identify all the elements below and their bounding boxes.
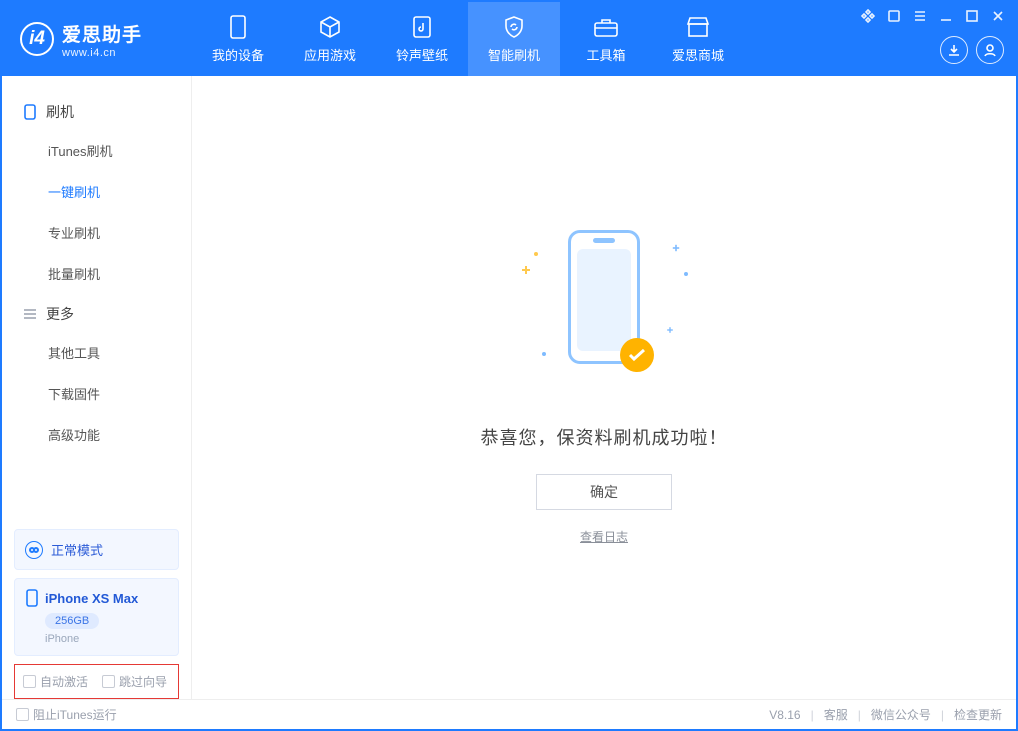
phone-icon [22,104,38,120]
nav-label: 我的设备 [212,45,264,64]
sidebar-section-flash: 刷机 [2,92,191,130]
sidebar-item-pro-flash[interactable]: 专业刷机 [2,212,191,253]
footer: 阻止iTunes运行 V8.16 | 客服 | 微信公众号 | 检查更新 [2,699,1016,729]
nav-label: 智能刷机 [488,45,540,64]
section-title: 刷机 [46,102,74,122]
nav-apps[interactable]: 应用游戏 [284,2,376,76]
ok-button[interactable]: 确定 [536,474,672,510]
nav-store[interactable]: 爱思商城 [652,2,744,76]
checkbox-skip-guide[interactable]: 跳过向导 [102,673,167,690]
download-icon[interactable] [940,36,968,64]
skin-icon[interactable] [886,8,902,24]
header-actions [940,36,1004,64]
music-file-icon [409,15,435,39]
mode-label: 正常模式 [51,540,103,559]
nav-label: 工具箱 [586,45,625,64]
checkbox-label: 阻止iTunes运行 [33,706,117,723]
nav-ringtones[interactable]: 铃声壁纸 [376,2,468,76]
logo-badge: i4 [20,22,54,56]
app-logo: i4 爱思助手 www.i4.cn [2,2,192,76]
device-icon [225,15,251,39]
checkbox-label: 跳过向导 [119,673,167,690]
footer-link-wechat[interactable]: 微信公众号 [871,706,931,723]
nav-flash[interactable]: 智能刷机 [468,2,560,76]
device-type: iPhone [45,633,168,645]
result-message: 恭喜您，保资料刷机成功啦！ [481,424,728,450]
maximize-icon[interactable] [964,8,980,24]
nav-label: 应用游戏 [304,45,356,64]
nav-label: 爱思商城 [672,45,724,64]
app-name: 爱思助手 [62,20,142,47]
toolbox-icon [593,15,619,39]
sidebar-item-advanced[interactable]: 高级功能 [2,414,191,455]
app-url: www.i4.cn [62,47,142,59]
minimize-icon[interactable] [938,8,954,24]
main-nav: 我的设备 应用游戏 铃声壁纸 智能刷机 工具箱 爱思商城 [192,2,744,76]
device-card[interactable]: iPhone XS Max 256GB iPhone [14,578,179,656]
options-row: 自动激活 跳过向导 [14,664,179,699]
store-icon [685,15,711,39]
sidebar-item-itunes-flash[interactable]: iTunes刷机 [2,130,191,171]
view-log-link[interactable]: 查看日志 [580,528,628,545]
sidebar-item-download-firmware[interactable]: 下载固件 [2,373,191,414]
theme-icon[interactable] [860,8,876,24]
device-capacity: 256GB [45,613,99,629]
device-phone-icon [25,589,39,607]
menu-icon[interactable] [912,8,928,24]
checkbox-block-itunes[interactable]: 阻止iTunes运行 [16,706,117,723]
checkbox-label: 自动激活 [40,673,88,690]
nav-toolbox[interactable]: 工具箱 [560,2,652,76]
list-icon [22,306,38,322]
footer-link-support[interactable]: 客服 [824,706,848,723]
cube-icon [317,15,343,39]
sidebar-item-other-tools[interactable]: 其他工具 [2,332,191,373]
device-name: iPhone XS Max [45,591,138,606]
section-title: 更多 [46,304,74,324]
checkbox-auto-activate[interactable]: 自动激活 [23,673,88,690]
shield-refresh-icon [501,15,527,39]
success-illustration [556,230,652,390]
sidebar: 刷机 iTunes刷机 一键刷机 专业刷机 批量刷机 更多 其他工具 下载固件 … [2,76,192,699]
nav-label: 铃声壁纸 [396,45,448,64]
mode-card[interactable]: 正常模式 [14,529,179,570]
check-badge-icon [620,338,654,372]
sidebar-item-batch-flash[interactable]: 批量刷机 [2,253,191,294]
nav-my-device[interactable]: 我的设备 [192,2,284,76]
version-label: V8.16 [769,708,800,722]
close-icon[interactable] [990,8,1006,24]
main-content: 恭喜您，保资料刷机成功啦！ 确定 查看日志 [192,76,1016,699]
titlebar: i4 爱思助手 www.i4.cn 我的设备 应用游戏 铃声壁纸 智能刷机 工具… [2,2,1016,76]
mode-icon [25,541,43,559]
sidebar-item-oneclick-flash[interactable]: 一键刷机 [2,171,191,212]
sidebar-section-more: 更多 [2,294,191,332]
user-icon[interactable] [976,36,1004,64]
footer-link-update[interactable]: 检查更新 [954,706,1002,723]
